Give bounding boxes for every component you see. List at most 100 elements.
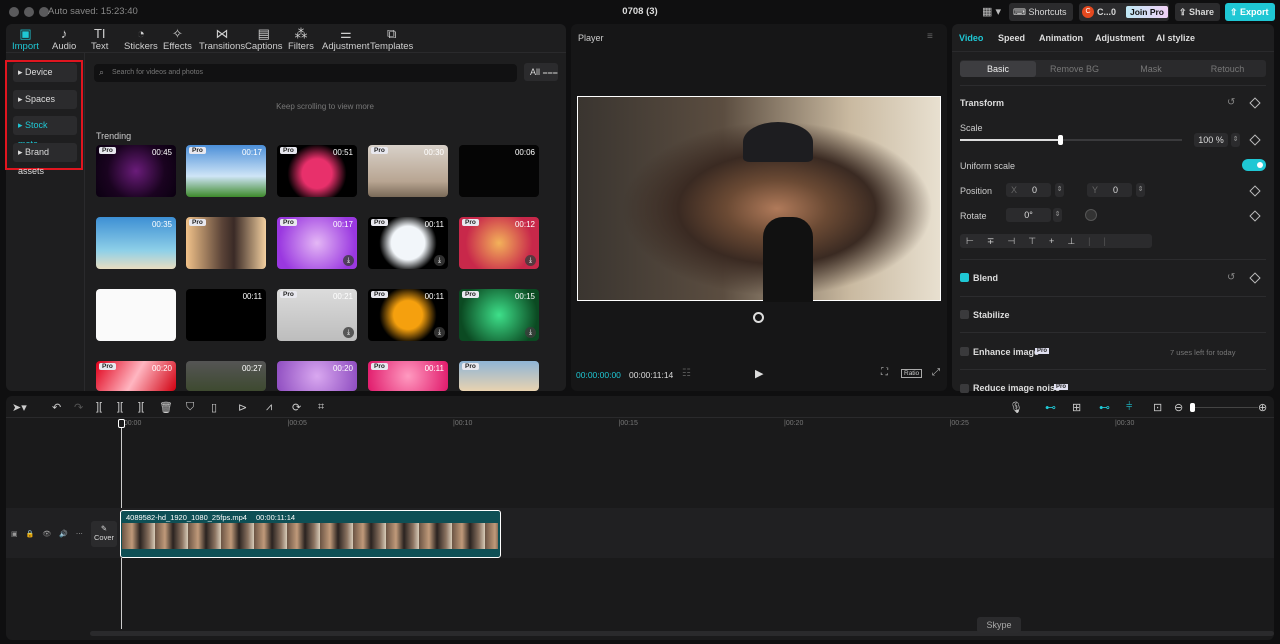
zoom-out-icon[interactable]: ⊖ — [1174, 401, 1183, 414]
blend-heading[interactable]: Blend — [973, 273, 998, 283]
tab-adjustment[interactable]: Adjustment — [1095, 33, 1145, 43]
media-thumbnail[interactable]: 00:11 — [186, 289, 266, 341]
zoom-in-icon[interactable]: ⊕ — [1258, 401, 1267, 414]
blend-checkbox[interactable] — [960, 273, 969, 282]
position-x-stepper[interactable]: ⇕ — [1055, 183, 1064, 197]
zoom-slider-handle[interactable] — [1190, 403, 1195, 412]
freeze-icon[interactable]: ▯ — [211, 401, 217, 414]
video-clip[interactable]: 4089582-hd_1920_1080_25fps.mp4 00:00:11:… — [120, 510, 501, 558]
scale-slider[interactable] — [960, 135, 1182, 145]
scale-input[interactable]: 100 % — [1194, 133, 1228, 147]
timeline-zoom-slider[interactable] — [1190, 403, 1258, 412]
media-thumbnail[interactable]: Pro 00:17 — [186, 145, 266, 197]
crop-icon[interactable]: ⌗ — [318, 401, 324, 414]
media-thumbnail[interactable] — [96, 289, 176, 341]
marker-icon[interactable]: ⛉ — [186, 401, 194, 414]
layout-icon[interactable]: ▦ ▾ — [982, 5, 1001, 18]
media-thumbnail[interactable]: 00:20 — [277, 361, 357, 391]
sidebar-item[interactable]: ▸ Stock mate... — [13, 116, 77, 149]
split-icon[interactable]: ][ — [96, 401, 102, 413]
subtab-retouch[interactable]: Retouch — [1190, 61, 1266, 77]
reverse-icon[interactable]: ⊳ — [238, 401, 247, 414]
tab-adjustment[interactable]: ⚌ Adjustment — [322, 26, 370, 52]
media-thumbnail[interactable]: Pro — [459, 361, 539, 391]
align-toolbar[interactable]: ⊢∓⊣⊤+⊥|| — [960, 234, 1152, 248]
media-thumbnail[interactable]: Pro 00:51 — [277, 145, 357, 197]
uniform-scale-toggle[interactable] — [1242, 159, 1266, 171]
redo-icon[interactable]: ↷ — [74, 401, 83, 414]
join-pro-button[interactable]: Join Pro — [1126, 6, 1169, 18]
tab-audio[interactable]: ♪ Audio — [52, 26, 76, 52]
sidebar-item[interactable]: ▸ Device — [13, 63, 77, 82]
rotate-stepper[interactable]: ⇕ — [1053, 208, 1062, 222]
tab-ai-stylize[interactable]: AI stylize — [1156, 33, 1195, 43]
tab-video[interactable]: Video — [959, 33, 983, 43]
position-x-input[interactable]: X0 — [1006, 183, 1051, 197]
undo-icon[interactable]: ↶ — [52, 401, 61, 414]
timeline-scrollbar[interactable] — [90, 631, 1274, 636]
tab-speed[interactable]: Speed — [998, 33, 1025, 43]
share-button[interactable]: ⇪ Share — [1175, 3, 1220, 21]
select-tool-icon[interactable]: ➤▾ — [12, 401, 27, 414]
subtab-mask[interactable]: Mask — [1113, 61, 1189, 77]
enhance-heading[interactable]: Enhance image — [973, 347, 1039, 357]
sidebar-item[interactable]: ▸ Spaces — [13, 89, 77, 109]
download-icon[interactable]: ⤓ — [434, 255, 445, 266]
download-icon[interactable]: ⤓ — [525, 255, 536, 266]
rotate-handle-icon[interactable] — [753, 312, 764, 323]
menu-icon[interactable]: ≡ — [927, 31, 933, 42]
play-button[interactable]: ▶ — [755, 367, 763, 380]
linkage-icon[interactable]: ⊷ — [1099, 401, 1110, 414]
split-right-icon[interactable]: ][ — [138, 401, 144, 413]
reset-icon[interactable]: ↺ — [1227, 97, 1235, 108]
ratio-button[interactable]: Ratio — [901, 369, 923, 378]
main-track-magnet-icon[interactable]: ⊷ — [1045, 401, 1056, 414]
enhance-checkbox[interactable] — [960, 347, 969, 356]
media-thumbnail[interactable]: Pro 00:11 ⤓ — [368, 217, 448, 269]
mirror-icon[interactable]: ⩘ — [266, 401, 272, 414]
media-thumbnail[interactable]: Pro 00:12 ⤓ — [459, 217, 539, 269]
auto-snap-icon[interactable]: ⊞ — [1072, 401, 1081, 414]
zoom-fit-timeline-icon[interactable]: ⊡ — [1153, 401, 1162, 414]
transform-heading[interactable]: Transform — [960, 98, 1004, 108]
split-left-icon[interactable]: ][ — [117, 401, 123, 413]
download-icon[interactable]: ⤓ — [525, 327, 536, 338]
tab-import[interactable]: ▣ Import — [12, 26, 39, 52]
media-thumbnail[interactable]: Pro 00:21 ⤓ — [277, 289, 357, 341]
cover-button[interactable]: ✎ Cover — [91, 521, 117, 547]
stabilize-checkbox[interactable] — [960, 310, 969, 319]
track-controls[interactable]: ▣🔒👁🔊⋯ — [11, 530, 91, 538]
sidebar-item[interactable]: ▸ Brand assets — [13, 142, 77, 176]
waveform-icon[interactable]: ☷ — [682, 368, 691, 379]
tab-effects[interactable]: ✧ Effects — [163, 26, 192, 52]
export-button[interactable]: ⇧ Export — [1225, 3, 1275, 21]
search-input[interactable]: ⌕ Search for videos and photos — [94, 64, 517, 82]
zoom-fit-icon[interactable]: ⛶ — [881, 367, 888, 378]
rotate-input[interactable]: 0° — [1006, 208, 1051, 222]
tab-stickers[interactable]: ◔ Stickers — [124, 26, 158, 52]
delete-icon[interactable]: 🗑 — [159, 401, 173, 414]
noise-checkbox[interactable] — [960, 384, 969, 393]
tab-transitions[interactable]: ⋈ Transitions — [199, 26, 245, 52]
media-thumbnail[interactable]: Pro 00:11 ⤓ — [368, 289, 448, 341]
position-y-input[interactable]: Y0 — [1087, 183, 1132, 197]
fullscreen-icon[interactable]: ⤢ — [932, 367, 940, 378]
microphone-icon[interactable]: 🎙 — [1009, 401, 1023, 414]
tab-captions[interactable]: ▤ Captions — [245, 26, 283, 52]
media-thumbnail[interactable]: 00:35 — [96, 217, 176, 269]
rotate-dial[interactable] — [1085, 209, 1097, 221]
tab-filters[interactable]: ⁂ Filters — [288, 26, 314, 52]
blend-reset-icon[interactable]: ↺ — [1227, 272, 1235, 283]
filter-button[interactable]: All ⩶ — [524, 63, 558, 81]
media-thumbnail[interactable]: 00:06 — [459, 145, 539, 197]
scale-stepper[interactable]: ⇕ — [1231, 133, 1240, 147]
media-thumbnail[interactable]: Pro — [186, 217, 266, 269]
subtab-remove-bg[interactable]: Remove BG — [1037, 61, 1113, 77]
subtab-basic[interactable]: Basic — [960, 61, 1036, 77]
tab-animation[interactable]: Animation — [1039, 33, 1083, 43]
media-thumbnail[interactable]: 00:27 — [186, 361, 266, 391]
media-thumbnail[interactable]: Pro 00:17 ⤓ — [277, 217, 357, 269]
download-icon[interactable]: ⤓ — [434, 327, 445, 338]
shortcuts-button[interactable]: ⌨ Shortcuts — [1009, 3, 1073, 21]
noise-heading[interactable]: Reduce image noise — [973, 383, 1060, 393]
